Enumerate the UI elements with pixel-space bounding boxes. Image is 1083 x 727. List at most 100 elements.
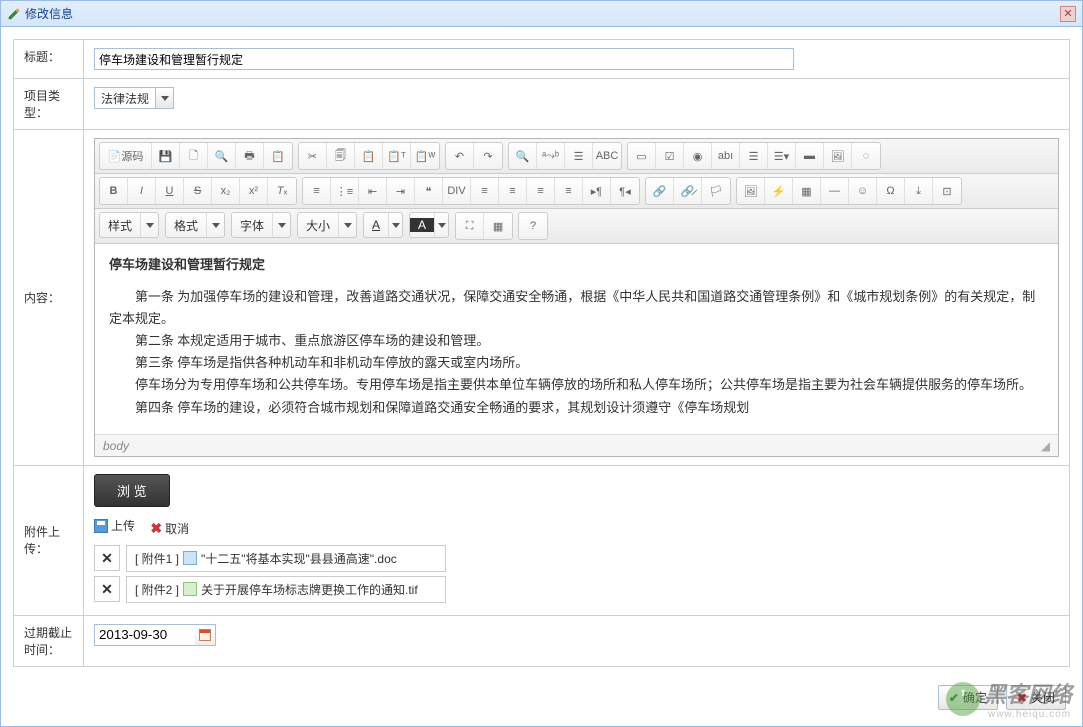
dialog-title: 修改信息 <box>25 5 73 22</box>
pagebreak-button[interactable]: ⤓ <box>905 178 933 204</box>
table-button[interactable]: ▦ <box>793 178 821 204</box>
show-blocks-button[interactable]: ▦ <box>484 213 512 239</box>
strike-button[interactable]: S <box>184 178 212 204</box>
maximize-button[interactable]: ⛶ <box>456 213 484 239</box>
expire-date-input[interactable] <box>95 625 195 645</box>
bg-color-button[interactable]: A <box>409 212 449 238</box>
font-combo[interactable]: 字体 <box>231 212 291 238</box>
undo-button[interactable]: ↶ <box>446 143 474 169</box>
title-label: 标题： <box>14 40 84 79</box>
form-table: 标题： 项目类型： 法律法规 内容： <box>13 39 1070 667</box>
specialchar-button[interactable]: Ω <box>877 178 905 204</box>
delete-attachment-button[interactable]: ✕ <box>94 545 120 571</box>
attachment-item[interactable]: [ 附件1 ] "十二五"将基本实现"县县通高速".doc <box>126 545 446 572</box>
ltr-button[interactable]: ▸¶ <box>583 178 611 204</box>
smiley-button[interactable]: ☺ <box>849 178 877 204</box>
spellcheck-button[interactable]: ABC <box>593 143 621 169</box>
resize-handle-icon[interactable]: ◢ <box>1041 439 1050 453</box>
content-p2: 第二条 本规定适用于城市、重点旅游区停车场的建设和管理。 <box>109 330 1044 352</box>
file-actions: 上传 ✖ 取消 <box>94 517 1059 537</box>
italic-button[interactable]: I <box>128 178 156 204</box>
pencil-icon <box>7 7 21 21</box>
calendar-trigger[interactable] <box>195 625 215 645</box>
select-button[interactable]: ☰▾ <box>768 143 796 169</box>
hr-button[interactable]: — <box>821 178 849 204</box>
textfield-button[interactable]: abı <box>712 143 740 169</box>
attachment-row: ✕ [ 附件2 ] 关于开展停车场标志牌更换工作的通知.tif <box>94 576 1059 603</box>
paste-button[interactable]: 📋 <box>355 143 383 169</box>
watermark-url: www.heiqu.com <box>988 709 1072 720</box>
type-select[interactable]: 法律法规 <box>94 87 174 109</box>
div-button[interactable]: DIV <box>443 178 471 204</box>
attachment-list: ✕ [ 附件1 ] "十二五"将基本实现"县县通高速".doc ✕ <box>94 545 1059 603</box>
templates-button[interactable]: 📋 <box>264 143 292 169</box>
iframe-button[interactable]: ⊡ <box>933 178 961 204</box>
size-combo[interactable]: 大小 <box>297 212 357 238</box>
underline-button[interactable]: U <box>156 178 184 204</box>
copy-button[interactable]: 🗐 <box>327 143 355 169</box>
editor-elements-path[interactable]: body ◢ <box>95 434 1058 456</box>
indent-button[interactable]: ⇥ <box>387 178 415 204</box>
text-color-button[interactable]: A <box>363 212 403 238</box>
expire-date-field[interactable] <box>94 624 216 646</box>
dropdown-arrow-icon[interactable] <box>155 88 173 108</box>
link-button[interactable]: 🔗 <box>646 178 674 204</box>
numbered-list-button[interactable]: ≡ <box>303 178 331 204</box>
ok-button[interactable]: ✔ 确定 <box>938 685 998 710</box>
subscript-button[interactable]: x₂ <box>212 178 240 204</box>
format-combo[interactable]: 格式 <box>165 212 225 238</box>
unlink-button[interactable]: 🔗̷ <box>674 178 702 204</box>
find-button[interactable]: 🔍 <box>509 143 537 169</box>
bold-button[interactable]: B <box>100 178 128 204</box>
paste-word-button[interactable]: 📋ᵂ <box>411 143 439 169</box>
imagebutton-button[interactable]: 🖼 <box>824 143 852 169</box>
close-button[interactable]: ✖ 关闭 <box>1006 685 1066 710</box>
flash-button[interactable]: ⚡ <box>765 178 793 204</box>
bulleted-list-button[interactable]: ⋮≡ <box>331 178 359 204</box>
print-button[interactable]: 🖶 <box>236 143 264 169</box>
outdent-button[interactable]: ⇤ <box>359 178 387 204</box>
superscript-button[interactable]: x² <box>240 178 268 204</box>
modify-info-dialog: 修改信息 ✕ 标题： 项目类型： 法律法规 <box>0 0 1083 727</box>
replace-button[interactable]: ᵃ⤳ᵇ <box>537 143 565 169</box>
editor-content-area[interactable]: 停车场建设和管理暂行规定 第一条 为加强停车场的建设和管理，改善道路交通状况，保… <box>95 244 1058 434</box>
source-button[interactable]: 📄源码 <box>100 143 152 169</box>
align-center-button[interactable]: ≡ <box>499 178 527 204</box>
textarea-button[interactable]: ☰ <box>740 143 768 169</box>
image-file-icon <box>183 582 197 596</box>
align-right-button[interactable]: ≡ <box>527 178 555 204</box>
calendar-icon <box>199 629 211 641</box>
rtl-button[interactable]: ¶◂ <box>611 178 639 204</box>
checkbox-button[interactable]: ☑ <box>656 143 684 169</box>
hiddenfield-button[interactable]: ◌ <box>852 143 880 169</box>
cut-button[interactable]: ✂ <box>299 143 327 169</box>
preview-button[interactable]: 🔍 <box>208 143 236 169</box>
image-button[interactable]: 🖼 <box>737 178 765 204</box>
select-all-button[interactable]: ☰ <box>565 143 593 169</box>
button-button[interactable]: ▬ <box>796 143 824 169</box>
anchor-button[interactable]: 🏳 <box>702 178 730 204</box>
style-combo[interactable]: 样式 <box>99 212 159 238</box>
editor-toolbar-row3: 样式 格式 字体 <box>95 209 1058 244</box>
browse-button[interactable]: 浏 览 <box>94 474 170 507</box>
form-button[interactable]: ▭ <box>628 143 656 169</box>
paste-text-button[interactable]: 📋ᵀ <box>383 143 411 169</box>
type-select-value: 法律法规 <box>95 90 155 107</box>
redo-button[interactable]: ↷ <box>474 143 502 169</box>
dialog-close-button[interactable]: ✕ <box>1060 6 1076 22</box>
remove-format-button[interactable]: Tₓ <box>268 178 296 204</box>
align-left-button[interactable]: ≡ <box>471 178 499 204</box>
about-button[interactable]: ? <box>519 213 547 239</box>
title-input[interactable] <box>94 48 794 70</box>
new-page-button[interactable]: 🗋 <box>180 143 208 169</box>
attachment-item[interactable]: [ 附件2 ] 关于开展停车场标志牌更换工作的通知.tif <box>126 576 446 603</box>
content-label: 内容： <box>14 130 84 466</box>
save-button[interactable]: 💾 <box>152 143 180 169</box>
delete-attachment-button[interactable]: ✕ <box>94 576 120 602</box>
doc-file-icon <box>183 551 197 565</box>
upload-button[interactable]: 上传 <box>94 517 135 534</box>
align-justify-button[interactable]: ≡ <box>555 178 583 204</box>
blockquote-button[interactable]: ❝ <box>415 178 443 204</box>
cancel-upload-button[interactable]: ✖ 取消 <box>150 520 189 537</box>
radio-button[interactable]: ◉ <box>684 143 712 169</box>
